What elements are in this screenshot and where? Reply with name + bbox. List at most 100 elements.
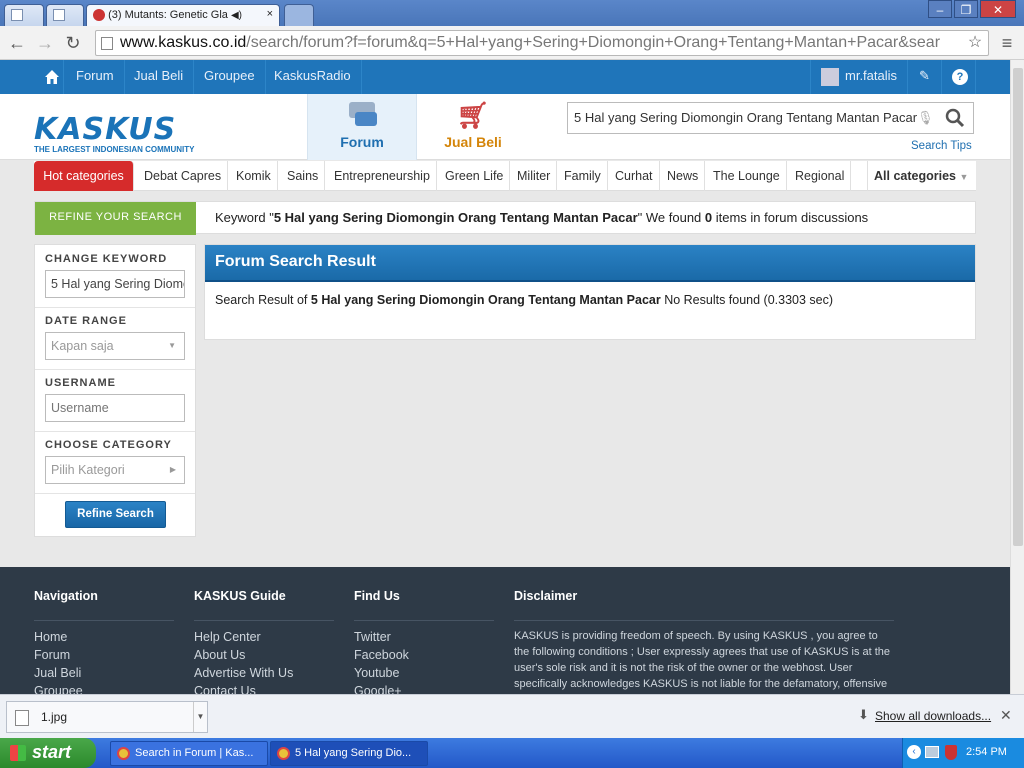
game-favicon-icon — [93, 9, 105, 22]
category-green-life[interactable]: Green Life — [439, 161, 511, 191]
footer-disclaimer: Disclaimer KASKUS is providing freedom o… — [514, 589, 894, 692]
browser-tab-active[interactable]: (3) Mutants: Genetic Gla ◀) × — [86, 4, 280, 26]
windows-taskbar: start Search in Forum | Kas... 5 Hal yan… — [0, 738, 1024, 768]
scrollbar-thumb[interactable] — [1013, 68, 1023, 546]
menu-icon[interactable]: ≡ — [996, 32, 1018, 54]
tab-forum[interactable]: Forum — [307, 94, 417, 160]
vertical-scrollbar[interactable] — [1010, 60, 1024, 694]
found-prefix: " We found — [637, 210, 705, 225]
category-curhat[interactable]: Curhat — [609, 161, 660, 191]
start-label: start — [32, 742, 72, 762]
site-header: KASKUS THE LARGEST INDONESIAN COMMUNITY … — [0, 94, 1010, 160]
close-icon[interactable]: ✕ — [1000, 707, 1012, 724]
search-input[interactable]: 5 Hal yang Sering Diomongin Orang Tentan… — [567, 102, 974, 134]
change-keyword-label: CHANGE KEYWORD — [45, 253, 168, 265]
category-the-lounge[interactable]: The Lounge — [707, 161, 787, 191]
keyword-field[interactable]: 5 Hal yang Sering Diomongin Orang Tentan… — [45, 270, 185, 298]
network-icon[interactable] — [925, 746, 939, 758]
user-menu[interactable]: mr.fatalis — [810, 60, 908, 94]
home-icon[interactable] — [34, 60, 64, 94]
restore-icon[interactable]: ❐ — [954, 0, 978, 18]
tab-jual-beli[interactable]: 🛒︎ Jual Beli — [418, 94, 528, 160]
nav-forum[interactable]: Forum — [66, 60, 125, 94]
keyword-summary: Keyword "5 Hal yang Sering Diomongin Ora… — [215, 202, 868, 235]
audio-icon: ◀) — [230, 10, 242, 21]
new-tab-button[interactable] — [284, 4, 314, 26]
refine-search-button[interactable]: Refine Search — [65, 501, 166, 528]
bookmark-star-icon[interactable]: ☆ — [964, 32, 986, 54]
minimize-icon[interactable]: – — [928, 0, 952, 18]
nav-groupee[interactable]: Groupee — [194, 60, 266, 94]
download-arrow-icon: ⬇ — [858, 707, 869, 722]
taskbar-item-active[interactable]: 5 Hal yang Sering Dio... — [270, 741, 428, 766]
browser-tab[interactable] — [46, 4, 84, 26]
category-news[interactable]: News — [661, 161, 706, 191]
windows-logo-icon — [10, 745, 26, 761]
footer-link-home[interactable]: Home — [34, 628, 174, 646]
all-categories-dropdown[interactable]: All categories ▼ — [867, 161, 976, 191]
category-militer[interactable]: Militer — [511, 161, 558, 191]
taskbar-item-label: Search in Forum | Kas... — [135, 747, 254, 759]
footer-link-contact-us[interactable]: Contact Us — [194, 682, 334, 694]
nav-kaskusradio[interactable]: KaskusRadio — [264, 60, 362, 94]
footer-heading: Find Us — [354, 589, 494, 621]
search-results-panel: Forum Search Result Search Result of 5 H… — [204, 244, 976, 340]
site-footer: Navigation Home Forum Jual Beli Groupee … — [0, 567, 1010, 694]
category-family[interactable]: Family — [558, 161, 608, 191]
browser-tab[interactable] — [4, 4, 44, 26]
tab-title: (3) Mutants: Genetic Gla — [108, 9, 228, 21]
edit-pencil-icon[interactable]: ✎ — [908, 60, 942, 94]
nav-jual-beli[interactable]: Jual Beli — [124, 60, 195, 94]
category-debat-capres[interactable]: Debat Capres — [138, 161, 229, 191]
microphone-icon[interactable]: 🎙︎ — [917, 103, 934, 133]
category-entrepreneurship[interactable]: Entrepreneurship — [328, 161, 437, 191]
chrome-icon — [277, 747, 290, 760]
refine-your-search-label[interactable]: REFINE YOUR SEARCH — [35, 202, 196, 235]
search-icon[interactable] — [937, 103, 973, 133]
date-range-select[interactable]: Kapan saja ▼ — [45, 332, 185, 360]
footer-link-google-plus[interactable]: Google+ — [354, 682, 494, 694]
reload-icon[interactable]: ↻ — [62, 32, 84, 54]
download-item[interactable]: 1.jpg ▼ — [6, 701, 208, 733]
hot-categories-button[interactable]: Hot categories — [34, 161, 134, 191]
kaskus-logo[interactable]: KASKUS THE LARGEST INDONESIAN COMMUNITY — [34, 112, 194, 154]
date-range-label: DATE RANGE — [45, 315, 127, 327]
chevron-down-icon[interactable]: ▼ — [193, 702, 207, 732]
forward-arrow-icon[interactable]: → — [34, 32, 56, 54]
footer-link-forum[interactable]: Forum — [34, 646, 174, 664]
taskbar-item[interactable]: Search in Forum | Kas... — [110, 741, 268, 766]
tray-expand-icon[interactable]: ‹ — [907, 745, 921, 759]
choose-category-label: CHOOSE CATEGORY — [45, 439, 172, 451]
results-query: 5 Hal yang Sering Diomongin Orang Tentan… — [310, 293, 661, 307]
main-content: REFINE YOUR SEARCH Keyword "5 Hal yang S… — [0, 191, 1010, 567]
results-title: Forum Search Result — [205, 245, 975, 282]
tab-forum-label: Forum — [340, 134, 384, 150]
footer-link-facebook[interactable]: Facebook — [354, 646, 494, 664]
footer-link-twitter[interactable]: Twitter — [354, 628, 494, 646]
footer-link-about-us[interactable]: About Us — [194, 646, 334, 664]
username-field[interactable] — [45, 394, 185, 422]
url-path: /search/forum?f=forum&q=5+Hal+yang+Serin… — [246, 34, 941, 51]
address-bar[interactable]: www.kaskus.co.id/search/forum?f=forum&q=… — [95, 30, 989, 56]
back-arrow-icon[interactable]: ← — [6, 32, 28, 54]
category-komik[interactable]: Komik — [230, 161, 278, 191]
category-sains[interactable]: Sains — [281, 161, 326, 191]
show-all-downloads-link[interactable]: Show all downloads... — [875, 709, 991, 723]
footer-link-groupee[interactable]: Groupee — [34, 682, 174, 694]
shopping-cart-icon: 🛒︎ — [456, 100, 490, 130]
start-button[interactable]: start — [0, 738, 96, 768]
footer-link-help-center[interactable]: Help Center — [194, 628, 334, 646]
tab-jual-beli-label: Jual Beli — [444, 134, 502, 150]
category-regional[interactable]: Regional — [789, 161, 852, 191]
help-icon[interactable]: ? — [942, 60, 976, 94]
security-shield-icon[interactable] — [945, 745, 957, 760]
footer-find-us: Find Us Twitter Facebook Youtube Google+ — [354, 589, 494, 694]
tab-close-icon[interactable]: × — [267, 8, 273, 20]
footer-link-jual-beli[interactable]: Jual Beli — [34, 664, 174, 682]
close-window-icon[interactable]: ✕ — [980, 0, 1016, 18]
search-tips-link[interactable]: Search Tips — [911, 140, 972, 152]
footer-link-youtube[interactable]: Youtube — [354, 664, 494, 682]
footer-link-advertise[interactable]: Advertise With Us — [194, 664, 334, 682]
search-input-value: 5 Hal yang Sering Diomongin Orang Tentan… — [574, 110, 918, 125]
category-select[interactable]: Pilih Kategori ▶ — [45, 456, 185, 484]
